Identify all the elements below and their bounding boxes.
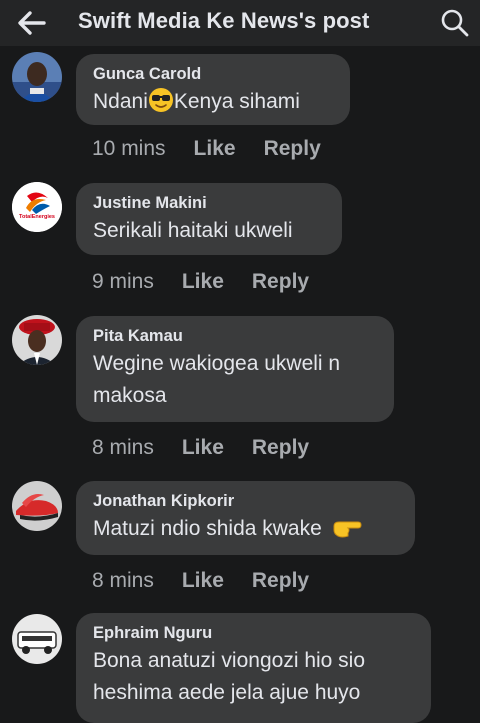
comment-text-line: Wegine wakiogea ukweli n bbox=[93, 352, 341, 375]
reply-button[interactable]: Reply bbox=[252, 568, 309, 594]
comment-author[interactable]: Justine Makini bbox=[93, 193, 326, 213]
reply-button[interactable]: Reply bbox=[252, 269, 309, 295]
avatar-logo-text: TotalEnergies bbox=[19, 214, 55, 220]
comment-text-line: heshima aede jela ajue huyo bbox=[93, 681, 361, 704]
like-button[interactable]: Like bbox=[194, 136, 236, 162]
top-bar: Swift Media Ke News's post bbox=[0, 0, 480, 46]
comment-bubble[interactable]: Ephraim Nguru Bona anatuzi viongozi hio … bbox=[76, 613, 431, 723]
comment-author[interactable]: Pita Kamau bbox=[93, 326, 378, 346]
comment-bubble[interactable]: Pita Kamau Wegine wakiogea ukweli n mako… bbox=[76, 316, 394, 422]
comment-actions: 8 mins Like Reply bbox=[92, 435, 337, 461]
comment-text: Matuzi ndio shida kwake bbox=[93, 513, 399, 545]
like-button[interactable]: Like bbox=[182, 269, 224, 295]
comment-text: Wegine wakiogea ukweli n makosa bbox=[93, 348, 378, 412]
comment-time: 8 mins bbox=[92, 436, 154, 459]
comment-bubble[interactable]: Justine Makini Serikali haitaki ukweli bbox=[76, 183, 342, 255]
avatar[interactable] bbox=[12, 614, 62, 664]
comment-author[interactable]: Ephraim Nguru bbox=[93, 623, 415, 643]
comment-text-line: makosa bbox=[93, 384, 167, 407]
comment-text-part: Matuzi ndio shida kwake bbox=[93, 517, 322, 540]
comment-time: 9 mins bbox=[92, 270, 154, 293]
reply-button[interactable]: Reply bbox=[264, 136, 321, 162]
avatar[interactable] bbox=[12, 52, 62, 102]
comment-author[interactable]: Jonathan Kipkorir bbox=[93, 491, 399, 511]
reply-button[interactable]: Reply bbox=[252, 435, 309, 461]
like-button[interactable]: Like bbox=[182, 568, 224, 594]
like-button[interactable]: Like bbox=[182, 435, 224, 461]
search-icon[interactable] bbox=[440, 8, 470, 38]
pointing-right-emoji bbox=[333, 521, 362, 538]
comment-time: 8 mins bbox=[92, 569, 154, 592]
arrow-left-icon[interactable] bbox=[16, 9, 46, 37]
comment-text: Ndani Kenya sihami bbox=[93, 86, 334, 118]
comment-text: Serikali haitaki ukweli bbox=[93, 219, 293, 242]
comment-bubble[interactable]: Gunca Carold Ndani Kenya sihami bbox=[76, 54, 350, 125]
page-title: Swift Media Ke News's post bbox=[78, 8, 370, 33]
comment-bubble[interactable]: Jonathan Kipkorir Matuzi ndio shida kwak… bbox=[76, 481, 415, 555]
sunglasses-face-emoji bbox=[148, 88, 173, 113]
comment-actions: 9 mins Like Reply bbox=[92, 269, 337, 295]
comment-text-line: Bona anatuzi viongozi hio sio bbox=[93, 649, 366, 672]
comment-time: 10 mins bbox=[92, 137, 166, 160]
comment-text-part: Kenya sihami bbox=[173, 90, 300, 113]
comment-actions: 8 mins Like Reply bbox=[92, 568, 337, 594]
avatar[interactable] bbox=[12, 315, 62, 365]
avatar[interactable] bbox=[12, 481, 62, 531]
comment-author[interactable]: Gunca Carold bbox=[93, 64, 334, 84]
comment-actions: 10 mins Like Reply bbox=[92, 136, 349, 162]
comment-text-part: Ndani bbox=[93, 90, 148, 113]
avatar[interactable]: TotalEnergies bbox=[12, 182, 62, 232]
comment-text: Bona anatuzi viongozi hio sio heshima ae… bbox=[93, 645, 415, 709]
